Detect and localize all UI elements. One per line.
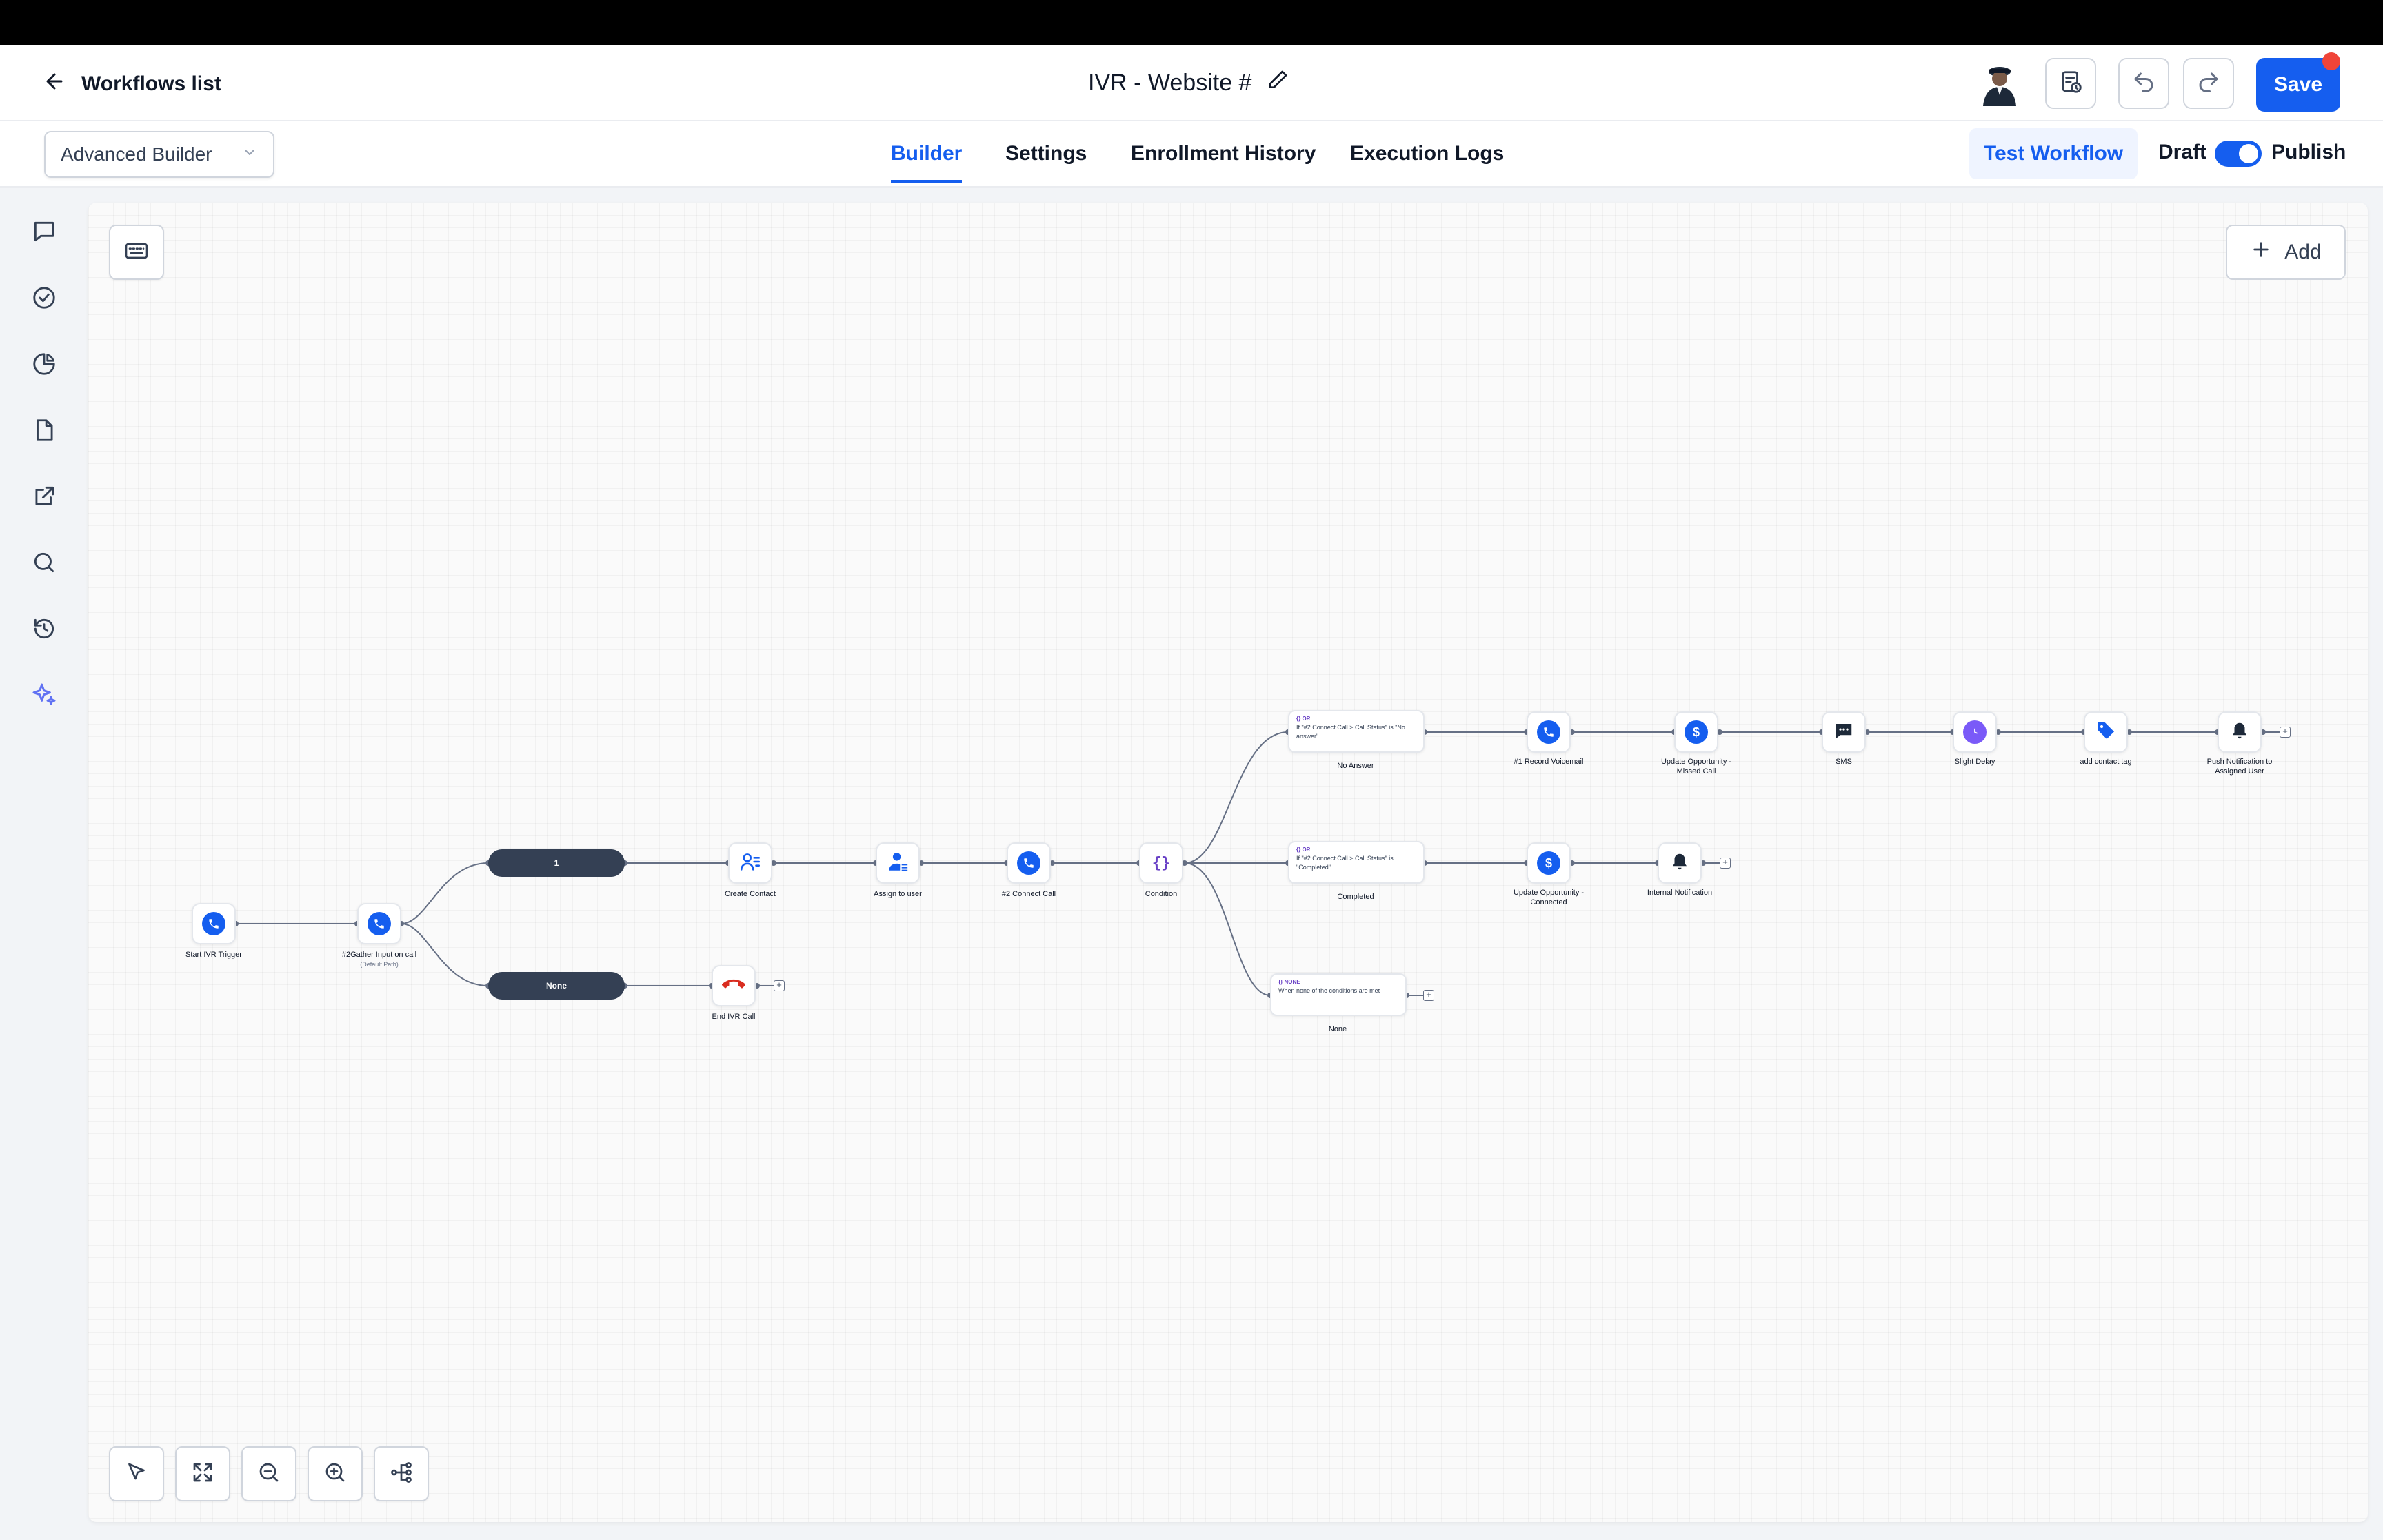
phone-icon — [368, 912, 391, 935]
add-step-plus-icon[interactable]: + — [2280, 727, 2291, 738]
add-step-plus-icon[interactable]: + — [1720, 858, 1731, 869]
phone-icon — [1537, 720, 1560, 744]
node-update-opportunity-missed[interactable]: $ — [1674, 711, 1718, 753]
node-label: Internal Notification — [1647, 889, 1713, 897]
zoom-in-button[interactable] — [308, 1446, 363, 1501]
node-gather-input[interactable] — [357, 903, 401, 944]
branch-pill-1[interactable]: 1 — [488, 849, 625, 877]
node-update-opportunity-connected[interactable]: $ — [1527, 842, 1571, 884]
assign-user-icon — [886, 850, 909, 877]
node-connect-call[interactable] — [1007, 842, 1051, 884]
node-label: Completed — [1337, 893, 1374, 901]
dollar-icon: $ — [1685, 720, 1708, 744]
cursor-icon — [124, 1460, 149, 1488]
node-label: Start IVR Trigger — [185, 951, 242, 959]
node-sms[interactable] — [1822, 711, 1866, 753]
node-label-text: #2Gather Input on call — [341, 951, 417, 959]
node-label: None — [1328, 1025, 1347, 1033]
node-add-contact-tag[interactable] — [2084, 711, 2128, 753]
node-label-text: Update Opportunity - Missed Call — [1660, 758, 1732, 776]
phone-icon — [1017, 851, 1040, 875]
node-label: Create Contact — [725, 890, 776, 898]
workflow-edges — [233, 729, 2280, 998]
node-label: Update Opportunity - Missed Call — [1613, 757, 1779, 776]
node-label: No Answer — [1337, 762, 1374, 770]
bell-icon — [1669, 851, 1690, 875]
node-slight-delay[interactable] — [1953, 711, 1997, 753]
node-sublabel: (Default Path) — [360, 961, 399, 968]
dollar-icon: $ — [1537, 851, 1560, 875]
user-list-icon — [738, 850, 762, 877]
node-start-ivr-trigger[interactable] — [192, 903, 236, 944]
condition-branch-none[interactable]: {} NONE When none of the conditions are … — [1270, 973, 1407, 1016]
phone-icon — [202, 912, 225, 935]
node-label-text: Update Opportunity - Connected — [1513, 889, 1585, 906]
node-create-contact[interactable] — [728, 842, 772, 884]
message-icon — [1833, 720, 1854, 744]
node-label: #1 Record Voicemail — [1514, 758, 1584, 766]
fit-view-button[interactable] — [175, 1446, 230, 1501]
clock-icon — [1963, 720, 1987, 744]
bell-icon — [2229, 720, 2250, 744]
node-label: Condition — [1145, 890, 1178, 898]
node-internal-notification[interactable] — [1658, 842, 1702, 884]
condition-branch-no-answer[interactable]: {} OR If "#2 Connect Call > Call Status"… — [1288, 710, 1425, 753]
condition-text: If "#2 Connect Call > Call Status" is "N… — [1296, 724, 1405, 740]
zoom-out-icon — [257, 1460, 281, 1488]
node-label: Push Notification to Assigned User — [2157, 757, 2322, 776]
auto-layout-button[interactable] — [374, 1446, 429, 1501]
condition-tag: {} NONE — [1278, 979, 1300, 985]
node-label: End IVR Call — [712, 1013, 756, 1021]
condition-branch-completed[interactable]: {} OR If "#2 Connect Call > Call Status"… — [1288, 841, 1425, 884]
expand-icon — [190, 1460, 215, 1488]
zoom-in-icon — [323, 1460, 348, 1488]
condition-tag: {} OR — [1296, 847, 1311, 853]
curly-braces-icon: {} — [1152, 854, 1171, 872]
tag-icon — [2095, 720, 2117, 745]
workflow-tree-icon — [389, 1460, 414, 1488]
condition-tag: {} OR — [1296, 716, 1311, 722]
add-step-plus-icon[interactable]: + — [774, 980, 785, 991]
condition-text: When none of the conditions are met — [1278, 987, 1380, 994]
zoom-out-button[interactable] — [241, 1446, 296, 1501]
node-assign-to-user[interactable] — [876, 842, 920, 884]
add-step-plus-icon[interactable]: + — [1423, 990, 1434, 1001]
node-condition[interactable]: {} — [1139, 842, 1183, 884]
node-label: #2Gather Input on call (Default Path) — [296, 950, 462, 969]
hang-up-icon — [722, 973, 745, 1000]
node-push-notification[interactable] — [2218, 711, 2262, 753]
condition-text: If "#2 Connect Call > Call Status" is "C… — [1296, 855, 1394, 871]
branch-pill-none[interactable]: None — [488, 972, 625, 1000]
node-end-ivr-call[interactable] — [712, 965, 756, 1006]
node-record-voicemail[interactable] — [1527, 711, 1571, 753]
node-label-text: Push Notification to Assigned User — [2206, 758, 2273, 776]
select-tool-button[interactable] — [109, 1446, 164, 1501]
